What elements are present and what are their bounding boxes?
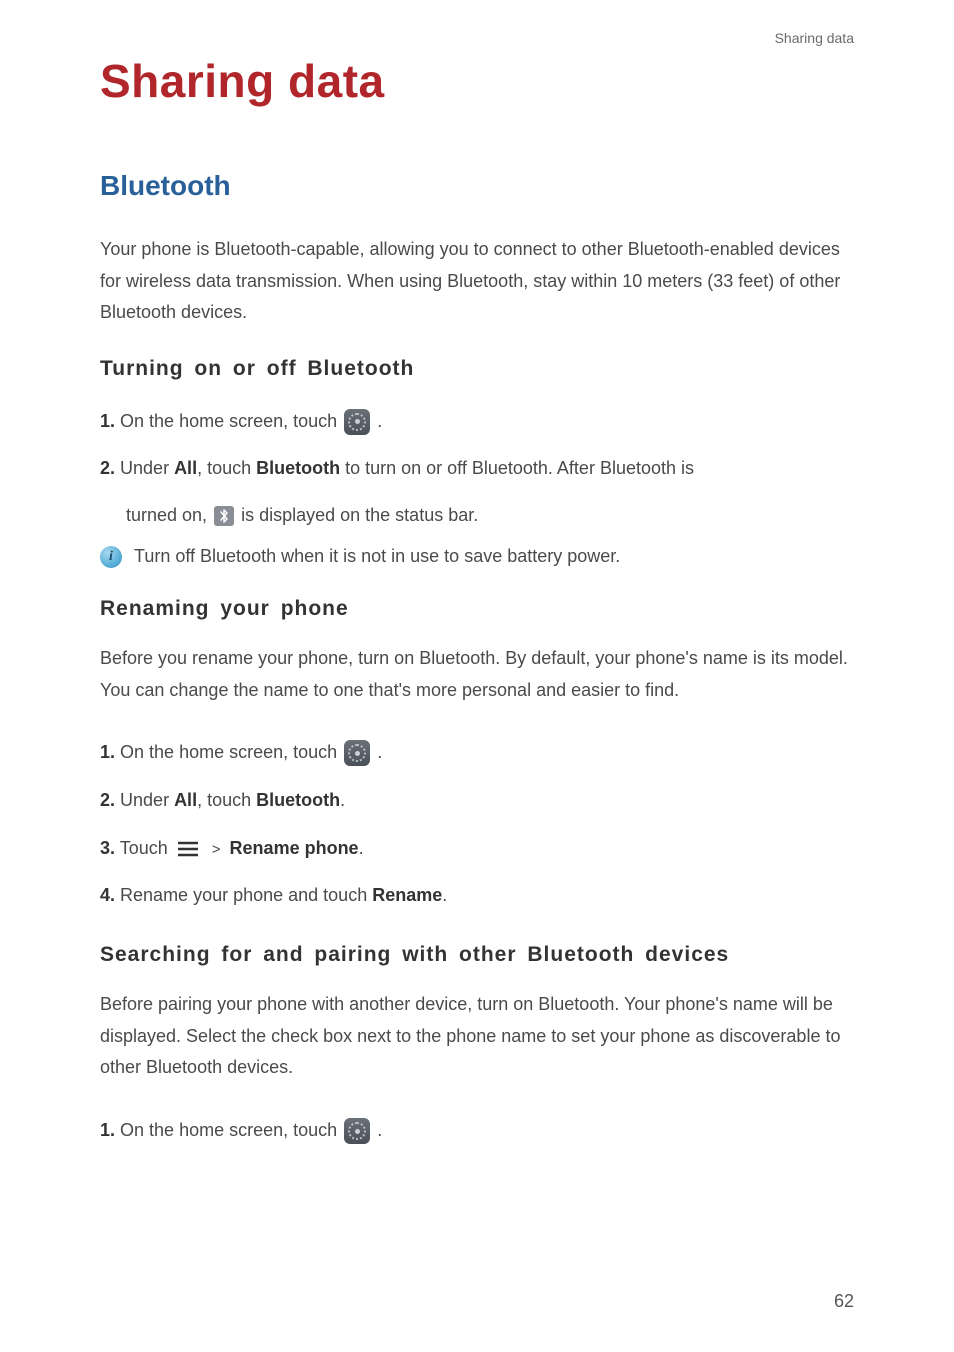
subheading-searching-pairing: Searching for and pairing with other Blu…	[100, 943, 854, 967]
page-number: 62	[834, 1291, 854, 1312]
step-text: , touch	[197, 790, 256, 810]
emphasis-bluetooth: Bluetooth	[256, 790, 340, 810]
step-text: On the home screen, touch	[120, 1120, 342, 1140]
step-text: .	[377, 411, 382, 431]
step-text: .	[340, 790, 345, 810]
step-text: .	[442, 885, 447, 905]
breadcrumb-separator: >	[212, 841, 221, 858]
step-1: 1. On the home screen, touch .	[100, 734, 854, 772]
step-text: Touch	[120, 838, 173, 858]
menu-icon	[177, 841, 199, 857]
step-number: 1.	[100, 411, 115, 431]
step-text: On the home screen, touch	[120, 742, 342, 762]
emphasis-all: All	[174, 458, 197, 478]
bluetooth-status-icon	[214, 506, 234, 526]
step-1: 1. On the home screen, touch .	[100, 1112, 854, 1150]
step-text: .	[377, 742, 382, 762]
step-text: Under	[120, 458, 174, 478]
tip-row: i Turn off Bluetooth when it is not in u…	[100, 542, 854, 571]
step-text: On the home screen, touch	[120, 411, 342, 431]
subheading-renaming: Renaming your phone	[100, 597, 854, 621]
step-number: 2.	[100, 790, 115, 810]
emphasis-bluetooth: Bluetooth	[256, 458, 340, 478]
step-2-continued: turned on, is displayed on the status ba…	[100, 498, 854, 532]
header-section-label: Sharing data	[100, 30, 854, 46]
step-2: 2. Under All, touch Bluetooth to turn on…	[100, 450, 854, 488]
page-title: Sharing data	[100, 54, 854, 108]
step-3: 3. Touch > Rename phone.	[100, 830, 854, 868]
step-text: .	[359, 838, 364, 858]
emphasis-rename: Rename	[372, 885, 442, 905]
info-icon: i	[100, 546, 122, 568]
step-2: 2. Under All, touch Bluetooth.	[100, 782, 854, 820]
section-heading-bluetooth: Bluetooth	[100, 170, 854, 202]
settings-icon	[344, 740, 370, 766]
step-number: 1.	[100, 742, 115, 762]
step-text: Under	[120, 790, 174, 810]
step-number: 1.	[100, 1120, 115, 1140]
step-number: 4.	[100, 885, 115, 905]
searching-intro-paragraph: Before pairing your phone with another d…	[100, 989, 854, 1084]
step-text: .	[377, 1120, 382, 1140]
settings-icon	[344, 1118, 370, 1144]
settings-icon	[344, 409, 370, 435]
bluetooth-intro-paragraph: Your phone is Bluetooth-capable, allowin…	[100, 234, 854, 329]
step-number: 3.	[100, 838, 115, 858]
step-text: Rename your phone and touch	[120, 885, 372, 905]
step-text: turned on,	[126, 505, 212, 525]
tip-text: Turn off Bluetooth when it is not in use…	[134, 542, 620, 571]
step-text: , touch	[197, 458, 256, 478]
emphasis-rename-phone: Rename phone	[230, 838, 359, 858]
step-number: 2.	[100, 458, 115, 478]
step-4: 4. Rename your phone and touch Rename.	[100, 877, 854, 915]
step-text: is displayed on the status bar.	[241, 505, 478, 525]
subheading-turning-on-off: Turning on or off Bluetooth	[100, 357, 854, 381]
step-1: 1. On the home screen, touch .	[100, 403, 854, 441]
emphasis-all: All	[174, 790, 197, 810]
renaming-intro-paragraph: Before you rename your phone, turn on Bl…	[100, 643, 854, 706]
step-text: to turn on or off Bluetooth. After Bluet…	[340, 458, 694, 478]
